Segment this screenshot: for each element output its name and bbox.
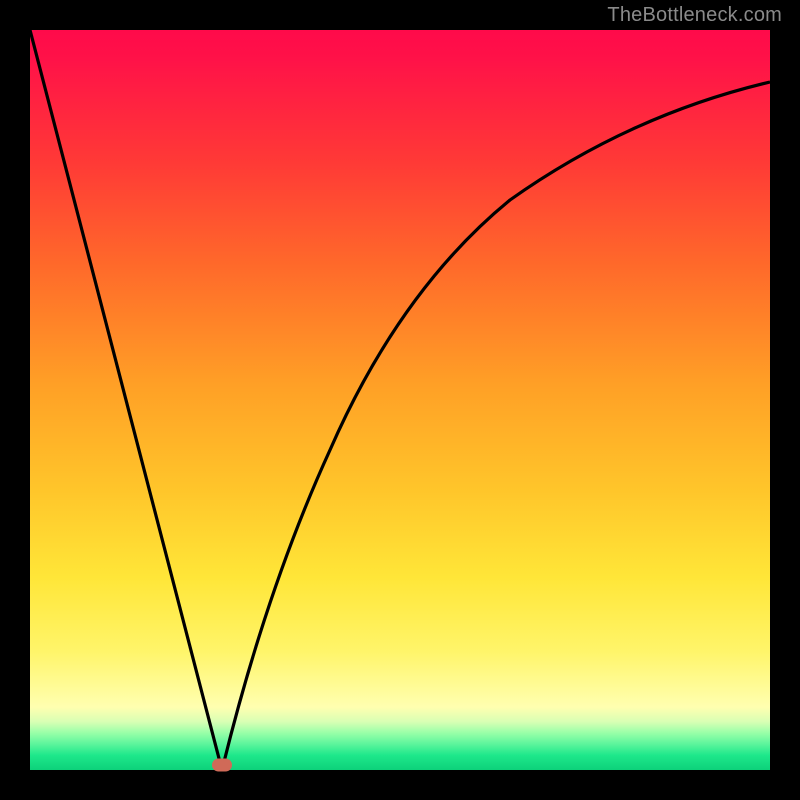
chart-frame: TheBottleneck.com <box>0 0 800 800</box>
curve-right-branch <box>222 82 770 770</box>
min-marker <box>212 759 232 772</box>
curve-left-branch <box>30 30 222 770</box>
plot-area <box>30 30 770 770</box>
bottleneck-curve <box>30 30 770 770</box>
watermark-text: TheBottleneck.com <box>607 4 782 27</box>
